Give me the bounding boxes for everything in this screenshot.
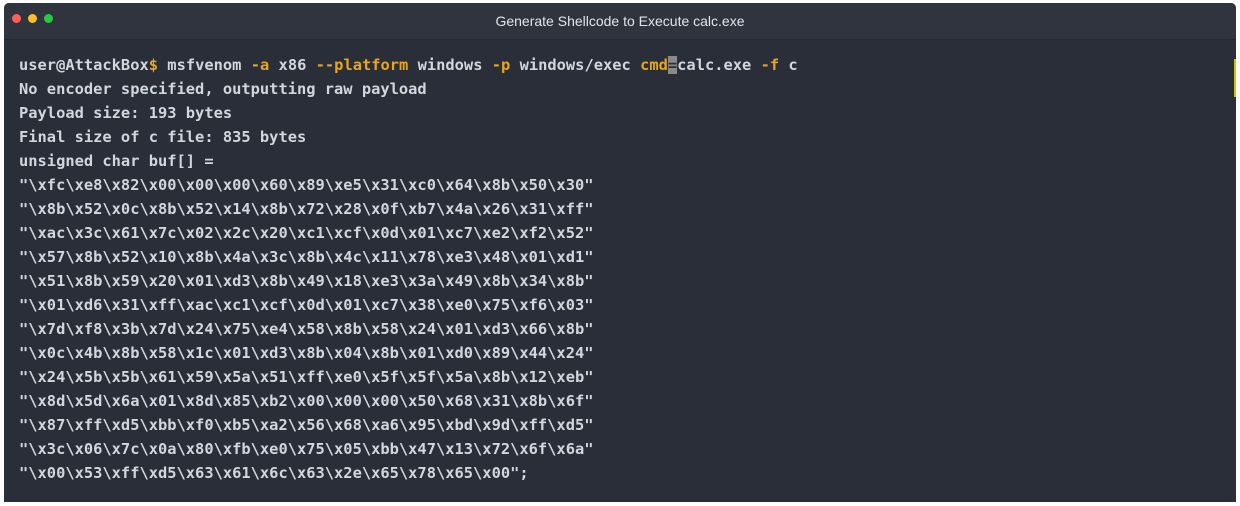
command-line: user@AttackBox$ msfvenom -a x86 --platfo… <box>19 53 798 77</box>
option-value: calc.exe <box>677 56 752 74</box>
shellcode-line: "\x87\xff\xd5\xbb\xf0\xb5\xa2\x56\x68\xa… <box>19 416 594 434</box>
terminal-content[interactable]: user@AttackBox$ msfvenom -a x86 --platfo… <box>19 53 798 485</box>
platform-value: windows <box>417 56 483 74</box>
shellcode-line: "\x00\x53\xff\xd5\x63\x61\x6c\x63\x2e\x6… <box>19 464 529 482</box>
flag-format: -f <box>760 56 780 74</box>
flag-arch: -a <box>250 56 270 74</box>
output-line: No encoder specified, outputting raw pay… <box>19 80 427 98</box>
command-program: msfvenom <box>167 56 242 74</box>
payload-value: windows/exec <box>519 56 631 74</box>
prompt-symbol: $ <box>148 56 159 74</box>
shellcode-line: "\x8b\x52\x0c\x8b\x52\x14\x8b\x72\x28\x0… <box>19 200 594 218</box>
shellcode-line: "\x01\xd6\x31\xff\xac\xc1\xcf\x0d\x01\xc… <box>19 296 594 314</box>
flag-platform: --platform <box>315 56 409 74</box>
window-title: Generate Shellcode to Execute calc.exe <box>495 13 745 29</box>
shellcode-line: "\xac\x3c\x61\x7c\x02\x2c\x20\xc1\xcf\x0… <box>19 224 594 242</box>
title-bar: Generate Shellcode to Execute calc.exe <box>4 3 1236 40</box>
shellcode-line: "\x0c\x4b\x8b\x58\x1c\x01\xd3\x8b\x04\x8… <box>19 344 594 362</box>
shellcode-line: "\x3c\x06\x7c\x0a\x80\xfb\xe0\x75\x05\xb… <box>19 440 594 458</box>
output-line: unsigned char buf[] = <box>19 152 214 170</box>
option-name: cmd <box>640 56 668 74</box>
shellcode-line: "\x8d\x5d\x6a\x01\x8d\x85\xb2\x00\x00\x0… <box>19 392 594 410</box>
terminal-window: Generate Shellcode to Execute calc.exe u… <box>4 3 1236 502</box>
flag-payload: -p <box>491 56 511 74</box>
shellcode-line: "\x51\x8b\x59\x20\x01\xd3\x8b\x49\x18\xe… <box>19 272 594 290</box>
arch-value: x86 <box>278 56 307 74</box>
format-value: c <box>788 56 798 74</box>
shellcode-line: "\x7d\xf8\x3b\x7d\x24\x75\xe4\x58\x8b\x5… <box>19 320 594 338</box>
prompt-user-host: user@AttackBox <box>19 56 149 74</box>
output-line: Payload size: 193 bytes <box>19 104 233 122</box>
shellcode-line: "\x24\x5b\x5b\x61\x59\x5a\x51\xff\xe0\x5… <box>19 368 594 386</box>
text-cursor: = <box>667 56 678 74</box>
output-line: Final size of c file: 835 bytes <box>19 128 307 146</box>
shellcode-line: "\xfc\xe8\x82\x00\x00\x00\x60\x89\xe5\x3… <box>19 176 594 194</box>
shellcode-line: "\x57\x8b\x52\x10\x8b\x4a\x3c\x8b\x4c\x1… <box>19 248 594 266</box>
scrollbar-marker[interactable] <box>1234 59 1236 97</box>
